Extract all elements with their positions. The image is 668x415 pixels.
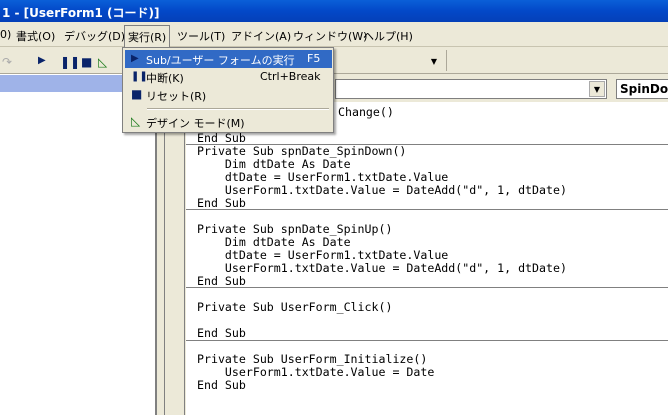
procedure-select[interactable]: SpinDown (616, 79, 668, 99)
menu-item-break[interactable]: ❚❚ 中断(K) Ctrl+Break (125, 68, 332, 86)
menu-debug[interactable]: デバッグ(D) (64, 28, 125, 44)
run-icon: ▶ (131, 53, 139, 64)
menu-item-partial[interactable]: 0) (0, 28, 11, 41)
menu-format[interactable]: 書式(O) (16, 28, 55, 44)
menu-item-design-mode[interactable]: ◺ デザイン モード(M) (125, 113, 332, 131)
code-line: UserForm1.txtDate.Value = DateAdd("d", 1… (197, 183, 567, 197)
menu-item-label: 中断(K) (146, 72, 184, 85)
redo-icon[interactable]: ↷ (2, 55, 12, 69)
menu-addins[interactable]: アドイン(A) (231, 28, 291, 44)
procedure-select-value: SpinDown (620, 82, 668, 96)
toolbar-combo[interactable]: ▼ (335, 50, 447, 71)
menu-item-run-sub[interactable]: ▶ Sub/ユーザー フォームの実行 F5 (125, 50, 332, 68)
design-mode-icon: ◺ (131, 114, 141, 128)
stop-icon: ■ (131, 87, 143, 101)
menu-item-shortcut: F5 (307, 52, 321, 65)
procedure-separator (186, 340, 668, 341)
pause-icon[interactable]: ❚❚ (60, 55, 80, 69)
menu-bar: 0) 書式(O) デバッグ(D) 実行(R) ツール(T) アドイン(A) ウィ… (0, 23, 668, 48)
menu-item-label: Sub/ユーザー フォームの実行 (146, 54, 295, 67)
run-icon[interactable]: ▶ (38, 55, 46, 66)
run-menu-dropdown: ▶ Sub/ユーザー フォームの実行 F5 ❚❚ 中断(K) Ctrl+Brea… (122, 47, 334, 133)
code-line: UserForm1.txtDate.Value = DateAdd("d", 1… (197, 261, 567, 275)
procedure-separator (186, 209, 668, 210)
menu-run[interactable]: 実行(R) (124, 25, 171, 48)
code-editor[interactable]: Change() End Sub Private Sub spnDate_Spi… (186, 102, 668, 415)
chevron-down-icon[interactable]: ▼ (589, 81, 605, 97)
code-line: End Sub (197, 326, 246, 340)
margin-indicator-bar (165, 102, 185, 415)
procedure-separator (186, 287, 668, 288)
stop-icon[interactable]: ■ (81, 55, 92, 69)
menu-help[interactable]: ヘルプ(H) (363, 28, 413, 44)
object-select[interactable]: ▼ (335, 79, 607, 99)
title-bar: 1 - [UserForm1 (コード)] (0, 0, 668, 22)
menu-separator (147, 108, 329, 110)
menu-tools[interactable]: ツール(T) (177, 28, 225, 44)
code-line: Change() (338, 105, 394, 119)
menu-item-label: デザイン モード(M) (146, 117, 245, 130)
menu-item-shortcut: Ctrl+Break (260, 70, 321, 83)
code-line: Private Sub UserForm_Click() (197, 300, 393, 314)
code-line: End Sub (197, 378, 246, 392)
chevron-down-icon: ▼ (426, 54, 442, 70)
menu-item-reset[interactable]: ■ リセット(R) (125, 86, 332, 104)
menu-item-label: リセット(R) (146, 90, 207, 103)
design-mode-icon[interactable]: ◺ (98, 55, 107, 69)
menu-window[interactable]: ウィンドウ(W) (293, 28, 367, 44)
